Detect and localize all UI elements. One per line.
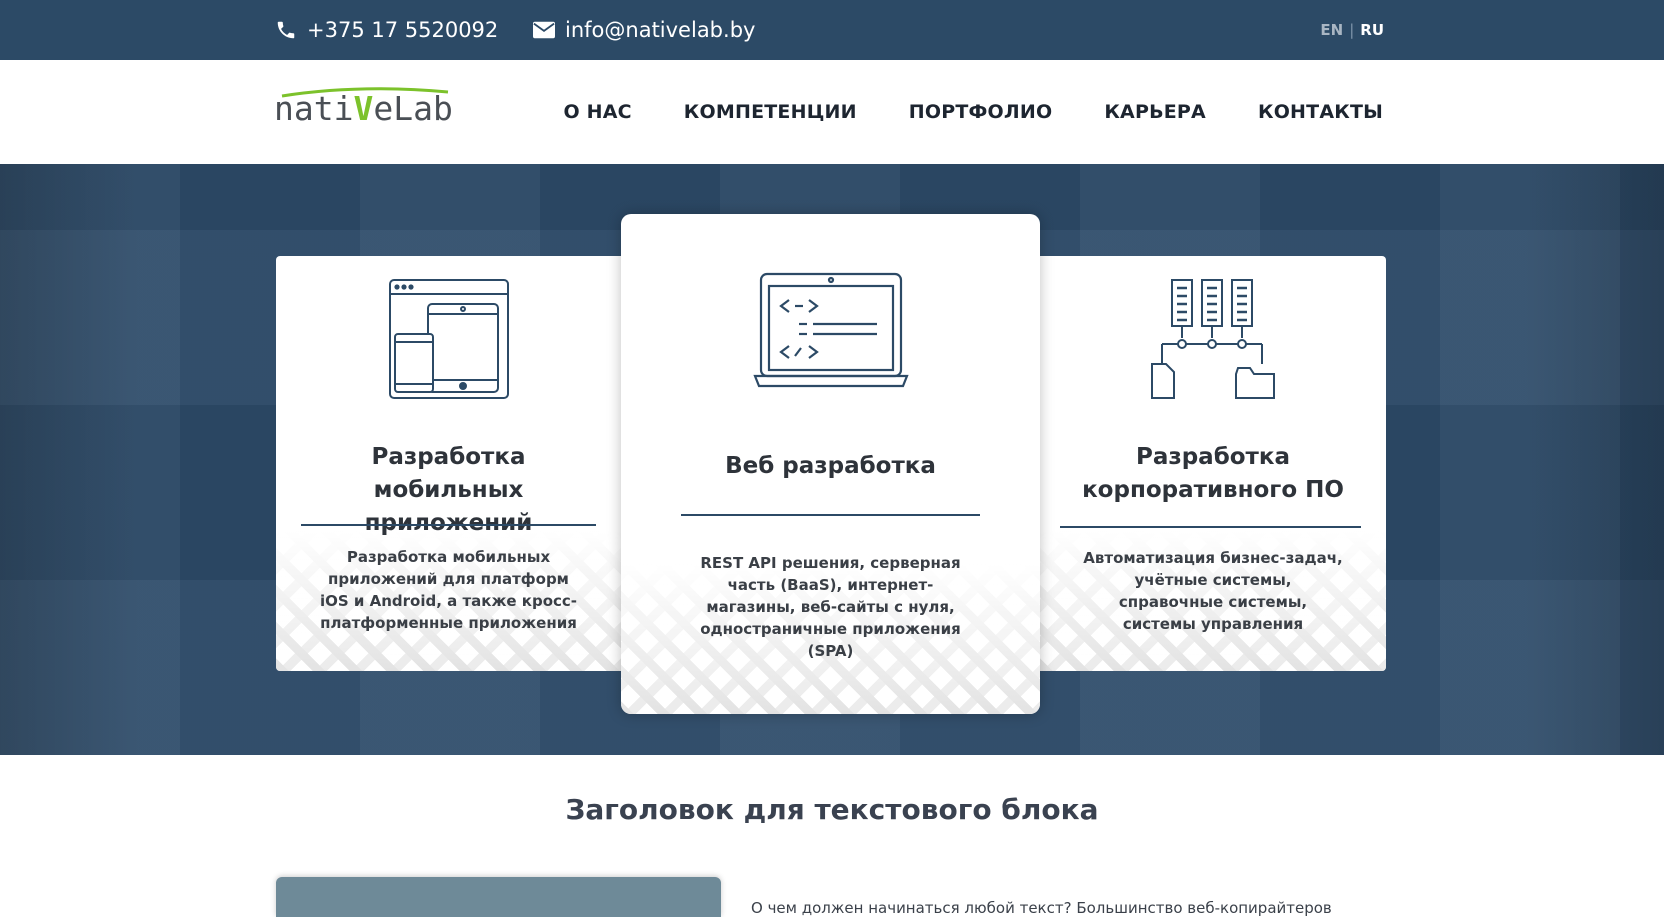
card-title: Веб разработка xyxy=(725,453,936,479)
service-card-enterprise[interactable]: Разработка корпоративного ПО Автоматизац… xyxy=(1040,256,1386,671)
card-description: REST API решения, серверная часть (BaaS)… xyxy=(700,554,961,660)
lang-separator: | xyxy=(1349,21,1355,39)
logo-part1: nati xyxy=(274,89,354,128)
nav-item-competencies[interactable]: КОМПЕТЕНЦИИ xyxy=(684,101,857,123)
nav-item-about[interactable]: О НАС xyxy=(563,101,631,123)
section-image xyxy=(276,877,721,917)
section-body-text: О чем должен начинаться любой текст? Бол… xyxy=(751,899,1332,917)
nav-item-portfolio[interactable]: ПОРТФОЛИО xyxy=(909,101,1053,123)
service-card-mobile[interactable]: Разработка мобильных приложений Разработ… xyxy=(276,256,621,671)
card-description: Разработка мобильных приложений для плат… xyxy=(319,548,578,632)
site-logo[interactable]: natiVeLab xyxy=(274,86,454,136)
service-card-web[interactable]: Веб разработка REST API решения, серверн… xyxy=(621,214,1040,714)
phone-contact[interactable]: +375 17 5520092 xyxy=(275,0,498,60)
devices-icon xyxy=(388,279,509,399)
main-navbar: natiVeLab О НАС КОМПЕТЕНЦИИ ПОРТФОЛИО КА… xyxy=(0,60,1664,164)
card-divider xyxy=(301,524,596,526)
card-divider xyxy=(1060,526,1361,528)
lang-en-link[interactable]: EN xyxy=(1320,21,1343,39)
logo-wordmark: natiVeLab xyxy=(274,89,453,128)
card-description: Автоматизация бизнес-задач, учётные сист… xyxy=(1083,549,1343,633)
servers-icon xyxy=(1151,279,1275,399)
top-contact-bar: +375 17 5520092 info@nativelab.by EN | R… xyxy=(0,0,1664,60)
main-nav: О НАС КОМПЕТЕНЦИИ ПОРТФОЛИО КАРЬЕРА КОНТ… xyxy=(563,60,1383,164)
envelope-icon xyxy=(533,21,555,39)
logo-v: V xyxy=(353,89,374,128)
nav-item-contacts[interactable]: КОНТАКТЫ xyxy=(1258,101,1383,123)
language-switcher: EN | RU xyxy=(1320,0,1384,60)
section-title: Заголовок для текстового блока xyxy=(565,793,1099,826)
email-contact[interactable]: info@nativelab.by xyxy=(533,0,755,60)
logo-part2: eLab xyxy=(373,89,453,128)
card-title: Разработка корпоративного ПО xyxy=(1082,444,1344,503)
phone-number[interactable]: +375 17 5520092 xyxy=(307,18,498,42)
card-divider xyxy=(681,514,980,516)
email-address[interactable]: info@nativelab.by xyxy=(565,18,755,42)
lang-ru-link[interactable]: RU xyxy=(1360,21,1384,39)
phone-icon xyxy=(277,21,295,39)
laptop-code-icon xyxy=(752,272,909,388)
nav-item-career[interactable]: КАРЬЕРА xyxy=(1104,101,1206,123)
